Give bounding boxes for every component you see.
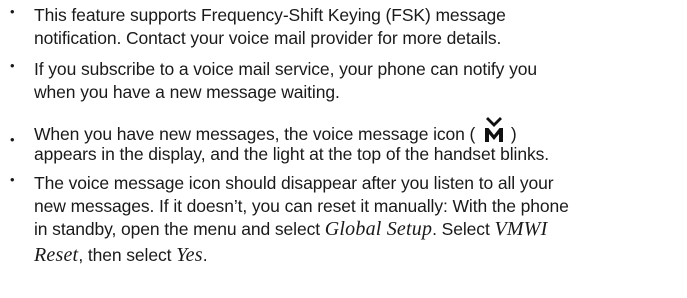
text-fragment: , then select <box>78 245 177 265</box>
bullet-marker: • <box>10 4 15 19</box>
text-line: If you subscribe to a voice mail service… <box>34 59 538 79</box>
text-line: when you have a new message waiting. <box>34 82 340 102</box>
bullet-marker: • <box>10 58 15 73</box>
text-line: in standby, open the menu and select Glo… <box>34 218 677 244</box>
text-line: notification. Contact your voice mail pr… <box>34 28 502 48</box>
text-line: This feature supports Frequency-Shift Ke… <box>34 5 506 25</box>
menu-item-reset: Reset <box>34 244 79 266</box>
text-fragment: in standby, open the menu and select <box>34 219 325 239</box>
text-fragment: When you have new messages, the voice me… <box>34 124 476 144</box>
list-item-text: The voice message icon should disappear … <box>34 172 677 270</box>
menu-item-yes: Yes <box>176 244 203 266</box>
text-line: Reset, then select Yes. <box>34 244 677 270</box>
bullet-marker: • <box>10 132 15 147</box>
list-item-text: If you subscribe to a voice mail service… <box>34 58 677 104</box>
bullet-marker: • <box>10 172 15 187</box>
text-line: The voice message icon should disappear … <box>34 173 554 193</box>
text-line: new messages. If it doesn’t, you can res… <box>34 196 569 216</box>
text-fragment: . Select <box>432 219 495 239</box>
text-fragment: ) <box>510 124 517 144</box>
text-fragment: . <box>202 245 208 265</box>
list-item-text: This feature supports Frequency-Shift Ke… <box>34 4 677 50</box>
voice-message-icon <box>484 117 504 143</box>
text-line: appears in the display, and the light at… <box>34 144 550 164</box>
text-line: When you have new messages, the voice me… <box>34 115 677 144</box>
list-item-text: When you have new messages, the voice me… <box>34 115 677 166</box>
menu-item-vmwi: VMWI <box>494 218 548 240</box>
menu-item-global-setup: Global Setup <box>324 218 433 240</box>
